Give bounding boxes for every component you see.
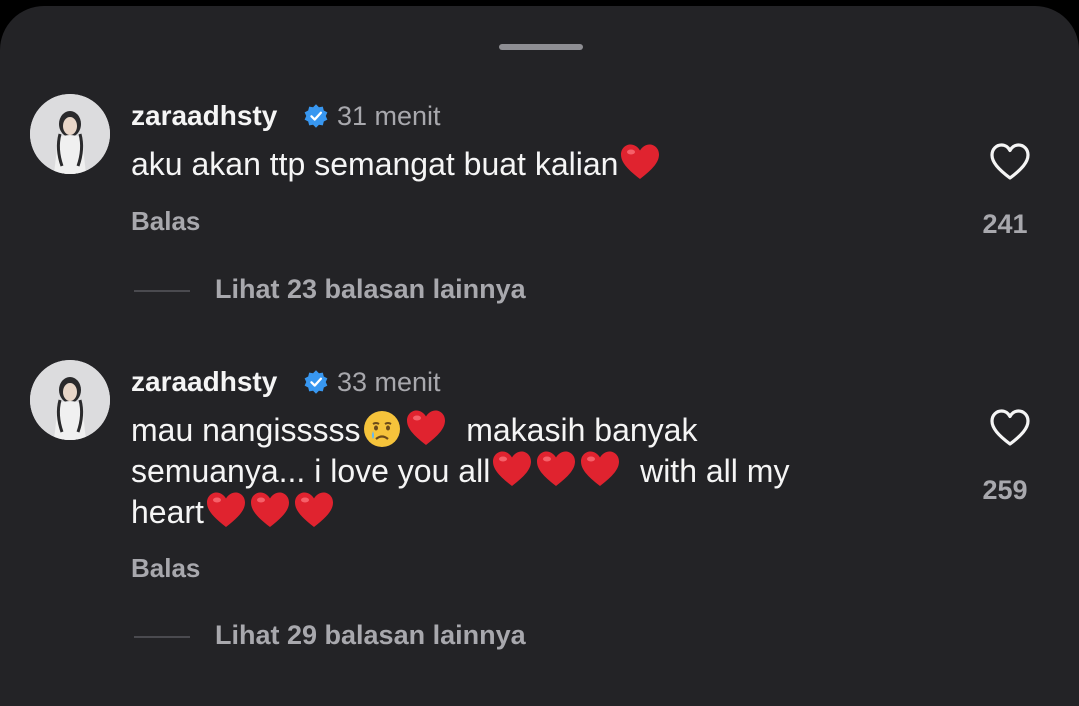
red-heart-emoji <box>407 410 446 445</box>
red-heart-emoji <box>206 492 245 527</box>
comment-line: heart <box>131 491 789 532</box>
comment-timestamp: 31 menit <box>337 101 441 131</box>
comment-timestamp: 33 menit <box>337 367 441 397</box>
reply-button[interactable]: Balas <box>131 553 200 584</box>
comment-text: mau nangisssss makasih banyak semuanya..… <box>131 409 789 532</box>
verified-badge-icon <box>304 370 328 394</box>
comment-username[interactable]: zaraadhsty <box>131 366 277 398</box>
red-heart-emoji <box>537 451 576 486</box>
like-count: 241 <box>982 209 1028 239</box>
heart-outline-icon[interactable] <box>988 140 1032 184</box>
red-heart-emoji <box>250 492 289 527</box>
red-heart-emoji <box>621 144 660 179</box>
crying-face-emoji <box>364 411 401 447</box>
reply-button[interactable]: Balas <box>131 206 200 237</box>
red-heart-emoji <box>493 451 532 486</box>
comment-line: semuanya... i love you all with all my <box>131 450 789 491</box>
comments-sheet: zaraadhsty 31 menit aku akan ttp semanga… <box>0 6 1079 706</box>
view-more-replies-link[interactable]: Lihat 23 balasan lainnya <box>215 274 526 305</box>
red-heart-emoji <box>581 451 620 486</box>
verified-badge-icon <box>304 104 328 128</box>
avatar[interactable] <box>30 360 110 440</box>
comment-line: mau nangisssss makasih banyak <box>131 409 789 450</box>
heart-outline-icon[interactable] <box>988 406 1032 450</box>
red-heart-emoji <box>294 492 333 527</box>
avatar[interactable] <box>30 94 110 174</box>
comment-username[interactable]: zaraadhsty <box>131 100 277 132</box>
view-more-replies-link[interactable]: Lihat 29 balasan lainnya <box>215 620 526 651</box>
view-replies-divider <box>134 290 190 292</box>
comment-text: aku akan ttp semangat buat kalian <box>131 143 662 184</box>
drag-handle[interactable] <box>499 44 583 50</box>
view-replies-divider <box>134 636 190 638</box>
like-count: 259 <box>982 475 1028 505</box>
